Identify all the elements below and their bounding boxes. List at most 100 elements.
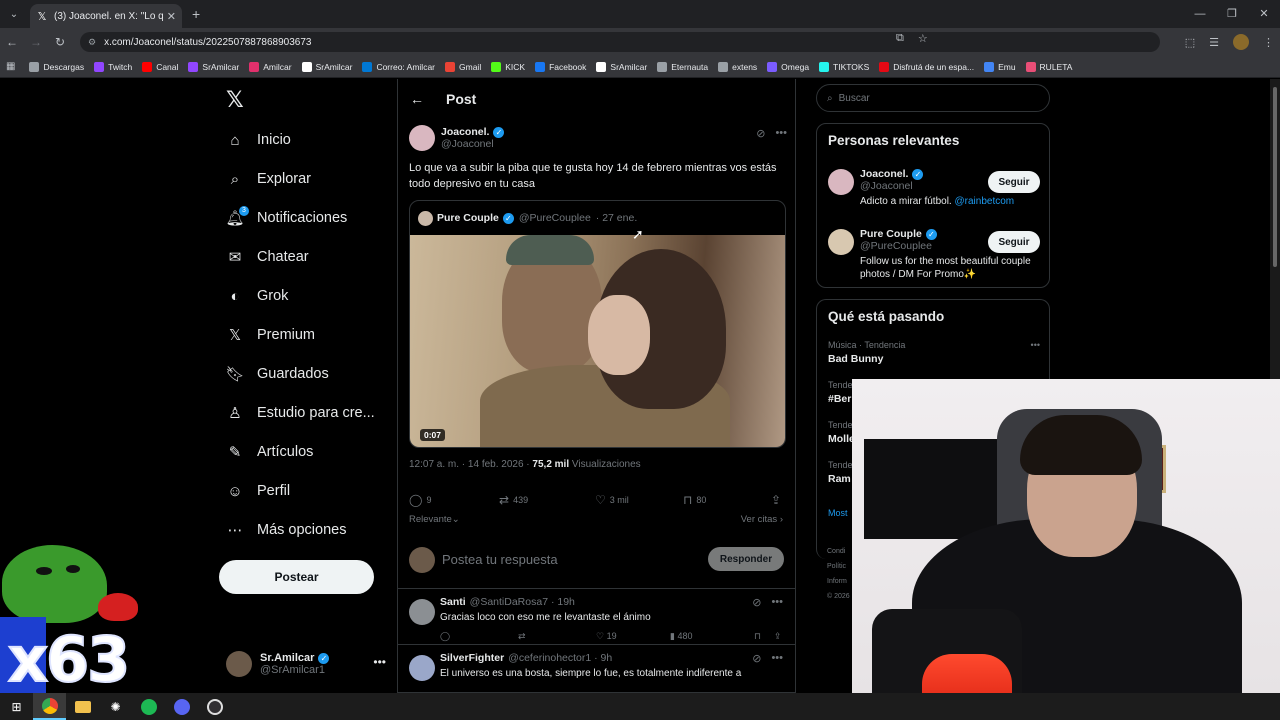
nav-item-inicio[interactable]: ⌂ Inicio	[226, 126, 290, 154]
bookmark-item[interactable]: Disfrutá de un espa...	[879, 61, 974, 72]
bookmark-item[interactable]: Correo: Amilcar	[362, 61, 435, 72]
install-app-icon[interactable]: ⧉	[896, 32, 904, 45]
bookmark-item[interactable]: Descargas	[29, 61, 84, 72]
page-scrollbar[interactable]	[1270, 79, 1280, 379]
footer-link[interactable]: © 2026	[827, 589, 850, 604]
tab-close-icon[interactable]: ✕	[167, 10, 176, 23]
nav-item-artículos[interactable]: ✎ Artículos	[226, 438, 314, 466]
browser-menu-icon[interactable]: ⋮	[1263, 36, 1274, 49]
relevant-person[interactable]: Pure Couple ✓ @PureCouplee Follow us for th…	[828, 228, 1040, 282]
quotes-link[interactable]: Ver citas ›	[741, 514, 783, 525]
bookmark-item[interactable]: SrAmilcar	[188, 61, 239, 72]
back-arrow-icon[interactable]: ←	[410, 91, 430, 107]
bookmark-item[interactable]: Omega	[767, 61, 809, 72]
obs-icon[interactable]	[198, 693, 231, 720]
browser-tab[interactable]: 𝕏 (3) Joaconel. en X: "Lo que va a ✕	[30, 4, 182, 28]
person-avatar[interactable]	[828, 169, 854, 195]
reply-avatar[interactable]	[409, 655, 435, 681]
forward-icon[interactable]: →	[24, 35, 48, 49]
address-bar[interactable]: ⚙ x.com/Joaconel/status/2022507887868903…	[80, 32, 1160, 52]
bookmark-item[interactable]: SrAmilcar	[301, 61, 352, 72]
share-action[interactable]: ⇪	[771, 491, 785, 509]
nav-item-estudio-para-cre[interactable]: ♙ Estudio para cre...	[226, 399, 374, 427]
grok-explain-icon[interactable]: ⊘	[752, 652, 761, 665]
share-icon[interactable]: ⇪	[774, 631, 782, 642]
reply-author-name[interactable]: Santi	[440, 596, 466, 608]
profile-avatar[interactable]	[1233, 34, 1249, 50]
reply-views-action[interactable]: ▮ 480	[670, 631, 754, 642]
reply-avatar[interactable]	[409, 599, 435, 625]
nav-item-premium[interactable]: 𝕏 Premium	[226, 321, 315, 349]
reply-action[interactable]: ◯ 9	[409, 491, 499, 509]
quoted-post[interactable]: Pure Couple ✓ @PureCouplee · 27 ene. 0:07	[409, 200, 786, 448]
nav-item-perfil[interactable]: ☺ Perfil	[226, 477, 290, 505]
post-button[interactable]: Postear	[219, 560, 374, 594]
post-more-icon[interactable]: •••	[775, 127, 787, 140]
new-tab-icon[interactable]: +	[192, 6, 200, 22]
bookmark-item[interactable]: Emu	[984, 61, 1016, 72]
reply-input[interactable]: Postea tu respuesta	[442, 552, 558, 567]
trend-item[interactable]: Música · Tendencia Bad Bunny •••	[828, 340, 1040, 365]
grok-explain-icon[interactable]: ⊘	[752, 596, 761, 609]
bookmark-action[interactable]: ⊓ 80	[683, 491, 771, 509]
account-switcher[interactable]: Sr.Amilcar ✓ @SrAmilcar1 •••	[226, 649, 386, 679]
close-window-icon[interactable]: ✕	[1248, 0, 1280, 28]
bookmark-item[interactable]: Gmail	[445, 61, 481, 72]
x-logo-icon[interactable]: 𝕏	[226, 87, 244, 113]
follow-button[interactable]: Seguir	[988, 231, 1040, 253]
scrollbar-thumb[interactable]	[1273, 87, 1277, 267]
chrome-taskbar-icon[interactable]	[33, 693, 66, 720]
restore-icon[interactable]: ❐	[1216, 0, 1248, 28]
bookmark-item[interactable]: SrAmilcar	[596, 61, 647, 72]
footer-link[interactable]: Condi	[827, 544, 850, 559]
bookmark-item[interactable]: Amilcar	[249, 61, 292, 72]
bookmark-item[interactable]: RULETA	[1025, 61, 1072, 72]
video-player[interactable]: 0:07	[410, 235, 785, 447]
post-time[interactable]: 12:07 a. m. · 14 feb. 2026 ·	[409, 459, 530, 470]
sort-dropdown[interactable]: Relevante⌄	[409, 514, 460, 525]
reply-author-name[interactable]: SilverFighter	[440, 652, 504, 664]
bookmark-item[interactable]: Facebook	[535, 61, 586, 72]
nav-item-chatear[interactable]: ✉ Chatear	[226, 243, 309, 271]
grok-explain-icon[interactable]: ⊘	[756, 127, 765, 140]
reply-like-action[interactable]: ♡ 19	[596, 631, 670, 642]
nav-item-guardados[interactable]: 🔖︎ Guardados	[225, 360, 328, 388]
trend-more-icon[interactable]: •••	[1031, 340, 1040, 350]
reply-post[interactable]: Santi @SantiDaRosa7 · 19h ⊘ ••• Gracias loco…	[398, 589, 795, 645]
extensions-icon[interactable]: ⬚	[1185, 36, 1195, 49]
discord-icon[interactable]	[165, 693, 198, 720]
tab-search-icon[interactable]: ⌄	[4, 4, 24, 24]
person-bio-link[interactable]: @rainbetcom	[955, 196, 1015, 207]
bookmark-item[interactable]: Twitch	[94, 61, 132, 72]
reading-list-icon[interactable]: ☰	[1209, 36, 1219, 49]
app-taskbar-icon[interactable]: ✺	[99, 693, 132, 720]
file-explorer-icon[interactable]	[66, 693, 99, 720]
bookmark-item[interactable]: KICK	[491, 61, 525, 72]
bookmark-item[interactable]: TIKTOKS	[819, 61, 869, 72]
nav-item-grok[interactable]: ◐ Grok	[226, 282, 288, 310]
author-handle[interactable]: @Joaconel	[441, 138, 504, 150]
footer-link[interactable]: Polític	[827, 559, 850, 574]
relevant-person[interactable]: Joaconel. ✓ @Joaconel Adicto a mirar fútbol…	[828, 168, 1040, 222]
reply-button[interactable]: Responder	[708, 547, 784, 571]
reply-reply-icon[interactable]: ◯	[440, 631, 518, 642]
author-name[interactable]: Joaconel.	[441, 126, 489, 138]
author-avatar[interactable]	[409, 125, 435, 151]
reply-repost-icon[interactable]: ⇄	[518, 631, 596, 642]
nav-item-más-opciones[interactable]: ⋯ Más opciones	[226, 516, 347, 544]
bookmark-item[interactable]: extens	[718, 61, 757, 72]
reply-more-icon[interactable]: •••	[771, 652, 783, 665]
repost-action[interactable]: ⇄ 439	[499, 491, 595, 509]
footer-link[interactable]: Inform	[827, 574, 850, 589]
search-input[interactable]: ⌕ Buscar	[816, 84, 1050, 112]
nav-item-notificaciones[interactable]: 🔔︎ 3 Notificaciones	[225, 204, 347, 232]
bookmark-icon[interactable]: ⊓	[754, 631, 774, 642]
site-info-icon[interactable]: ⚙	[88, 37, 96, 48]
reply-post[interactable]: SilverFighter @ceferinohector1 · 9h ⊘ ••• El…	[398, 645, 795, 693]
person-avatar[interactable]	[828, 229, 854, 255]
account-more-icon[interactable]: •••	[373, 655, 386, 669]
person-name[interactable]: Pure Couple	[860, 228, 922, 240]
reload-icon[interactable]: ↻	[48, 35, 72, 49]
bookmark-item[interactable]: Eternauta	[657, 61, 708, 72]
star-icon[interactable]: ☆	[918, 32, 928, 45]
